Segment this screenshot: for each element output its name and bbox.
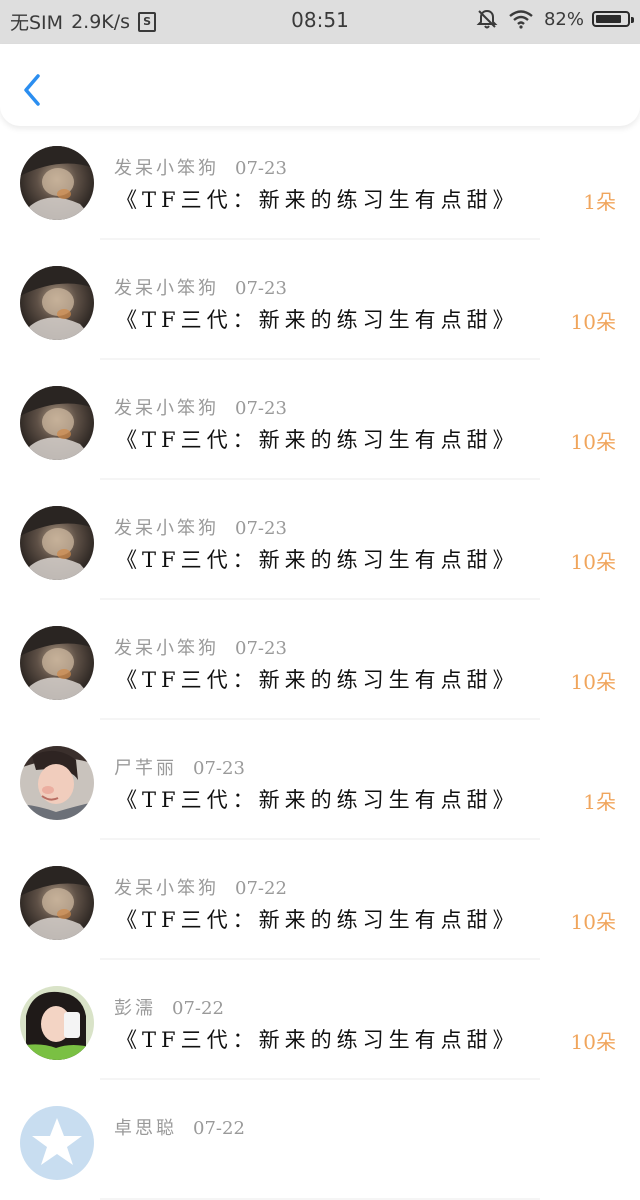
status-right: 82% (476, 8, 634, 30)
gift-date: 07-23 (193, 758, 245, 779)
book-title: 《TF三代：新来的练习生有点甜》 (116, 1028, 519, 1052)
sender-name[interactable]: 尸芊丽 (114, 758, 177, 779)
book-title: 《TF三代：新来的练习生有点甜》 (116, 908, 519, 932)
battery-icon (592, 11, 634, 27)
gift-date: 07-23 (235, 518, 287, 539)
gift-list-item[interactable]: 发呆小笨狗 07-23 《TF三代：新来的练习生有点甜》 10朵 (0, 600, 640, 720)
avatar[interactable] (20, 146, 94, 220)
sender-line: 发呆小笨狗 07-23 (114, 514, 287, 540)
flower-amount: 1朵 (583, 790, 616, 814)
sender-line: 尸芊丽 07-23 (114, 754, 245, 780)
sender-name[interactable]: 发呆小笨狗 (114, 398, 219, 419)
avatar[interactable] (20, 986, 94, 1060)
sender-line: 发呆小笨狗 07-23 (114, 634, 287, 660)
gift-list-item[interactable]: 发呆小笨狗 07-23 《TF三代：新来的练习生有点甜》 10朵 (0, 240, 640, 360)
gift-list: 发呆小笨狗 07-23 《TF三代：新来的练习生有点甜》 1朵 发呆小笨狗 07-23 《… (0, 120, 640, 1200)
book-title: 《TF三代：新来的练习生有点甜》 (116, 668, 519, 692)
book-title: 《TF三代：新来的练习生有点甜》 (116, 788, 519, 812)
gift-list-item[interactable]: 发呆小笨狗 07-23 《TF三代：新来的练习生有点甜》 1朵 (0, 120, 640, 240)
book-title: 《TF三代：新来的练习生有点甜》 (116, 548, 519, 572)
sender-line: 发呆小笨狗 07-22 (114, 874, 287, 900)
flower-amount: 10朵 (570, 670, 616, 694)
sender-name[interactable]: 发呆小笨狗 (114, 278, 219, 299)
gift-list-item[interactable]: 卓思聪 07-22 (0, 1080, 640, 1200)
sender-line: 发呆小笨狗 07-23 (114, 394, 287, 420)
gift-date: 07-22 (193, 1118, 245, 1139)
battery-percent: 82% (543, 8, 584, 30)
gift-date: 07-23 (235, 398, 287, 419)
book-title: 《TF三代：新来的练习生有点甜》 (116, 308, 519, 332)
flower-amount: 10朵 (570, 1030, 616, 1054)
sender-line: 发呆小笨狗 07-23 (114, 274, 287, 300)
avatar[interactable] (20, 866, 94, 940)
avatar[interactable] (20, 626, 94, 700)
flower-amount: 10朵 (570, 430, 616, 454)
gift-list-item[interactable]: 尸芊丽 07-23 《TF三代：新来的练习生有点甜》 1朵 (0, 720, 640, 840)
sender-name[interactable]: 发呆小笨狗 (114, 158, 219, 179)
gift-date: 07-23 (235, 278, 287, 299)
mute-bell-icon (476, 8, 498, 30)
back-button[interactable] (18, 70, 48, 110)
gift-date: 07-23 (235, 158, 287, 179)
sender-name[interactable]: 发呆小笨狗 (114, 878, 219, 899)
sender-line: 彭濡 07-22 (114, 994, 224, 1020)
avatar[interactable] (20, 266, 94, 340)
chevron-left-icon (24, 74, 40, 106)
avatar[interactable] (20, 1106, 94, 1180)
sender-line: 卓思聪 07-22 (114, 1114, 245, 1140)
sender-name[interactable]: 卓思聪 (114, 1118, 177, 1139)
avatar[interactable] (20, 506, 94, 580)
gift-date: 07-23 (235, 638, 287, 659)
sender-name[interactable]: 发呆小笨狗 (114, 518, 219, 539)
status-bar: 无SIM 2.9K/s S 08:51 82% (0, 0, 640, 44)
sender-line: 发呆小笨狗 07-23 (114, 154, 287, 180)
gift-date: 07-22 (235, 878, 287, 899)
avatar[interactable] (20, 746, 94, 820)
gift-list-item[interactable]: 发呆小笨狗 07-22 《TF三代：新来的练习生有点甜》 10朵 (0, 840, 640, 960)
flower-amount: 10朵 (570, 910, 616, 934)
gift-list-item[interactable]: 发呆小笨狗 07-23 《TF三代：新来的练习生有点甜》 10朵 (0, 480, 640, 600)
gift-date: 07-22 (172, 998, 224, 1019)
wifi-icon (508, 9, 534, 29)
avatar[interactable] (20, 386, 94, 460)
book-title: 《TF三代：新来的练习生有点甜》 (116, 188, 519, 212)
gift-list-item[interactable]: 发呆小笨狗 07-23 《TF三代：新来的练习生有点甜》 10朵 (0, 360, 640, 480)
nav-bar (0, 44, 640, 126)
gift-list-item[interactable]: 彭濡 07-22 《TF三代：新来的练习生有点甜》 10朵 (0, 960, 640, 1080)
flower-amount: 10朵 (570, 310, 616, 334)
sender-name[interactable]: 发呆小笨狗 (114, 638, 219, 659)
flower-amount: 10朵 (570, 550, 616, 574)
sender-name[interactable]: 彭濡 (114, 998, 156, 1019)
book-title: 《TF三代：新来的练习生有点甜》 (116, 428, 519, 452)
flower-amount: 1朵 (583, 190, 616, 214)
